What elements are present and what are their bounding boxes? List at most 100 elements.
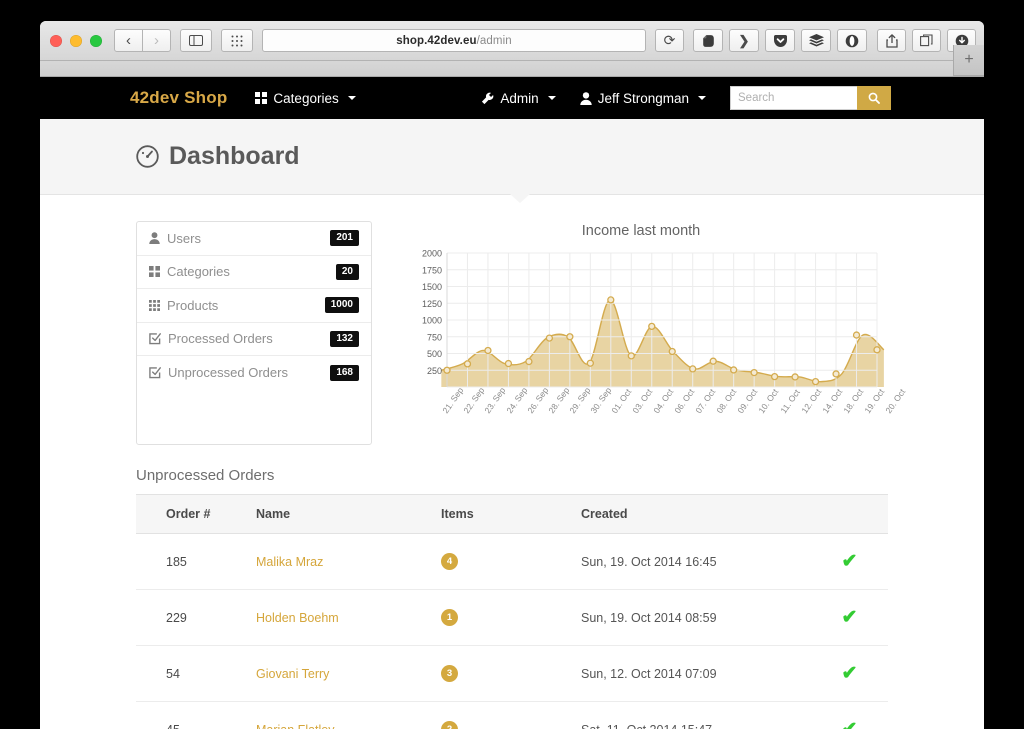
- sidebar-item-processed-orders[interactable]: Processed Orders 132: [137, 323, 371, 357]
- order-customer-link[interactable]: Marian Flatley: [256, 723, 335, 729]
- chart-point[interactable]: [669, 348, 675, 354]
- chart-point[interactable]: [731, 367, 737, 373]
- mark-processed-button[interactable]: ✔: [842, 719, 858, 729]
- status-badge: 1000: [325, 297, 359, 313]
- orders-table-head: Order # Name Items Created: [136, 495, 888, 534]
- orders-table-body: 185Malika Mraz4Sun, 19. Oct 2014 16:45✔ 2…: [136, 534, 888, 729]
- mark-processed-button[interactable]: ✔: [842, 663, 858, 684]
- chart-point[interactable]: [710, 358, 716, 364]
- items-badge: 2: [441, 721, 458, 729]
- layers-glyph: [809, 34, 824, 47]
- chart-point[interactable]: [587, 360, 593, 366]
- chart-x-axis-labels: 21. Sep22. Sep23. Sep24. Sep26. Sep28. S…: [394, 405, 888, 445]
- table-row[interactable]: 185Malika Mraz4Sun, 19. Oct 2014 16:45✔: [136, 534, 888, 590]
- share-icon[interactable]: [877, 29, 906, 52]
- cell-order: 45: [136, 702, 256, 729]
- chart-point[interactable]: [751, 370, 757, 376]
- tabs-icon[interactable]: [912, 29, 941, 52]
- chart-point[interactable]: [464, 361, 470, 367]
- search-button[interactable]: [857, 86, 891, 110]
- stat-label-wrap: Processed Orders: [149, 331, 273, 346]
- brand-logo[interactable]: 42dev Shop: [130, 88, 227, 108]
- cell-items: 1: [441, 590, 581, 646]
- tabs-glyph: [920, 34, 933, 47]
- column-header-name[interactable]: Name: [256, 495, 441, 534]
- maximize-window-button[interactable]: [90, 35, 102, 47]
- column-header-created[interactable]: Created: [581, 495, 811, 534]
- navigation-buttons: ‹ ›: [114, 29, 171, 52]
- chart-point[interactable]: [833, 371, 839, 377]
- table-row[interactable]: 45Marian Flatley 2 Sat, 11. Oct 2014 15:47…: [136, 702, 888, 729]
- table-row[interactable]: 54Giovani Terry3Sun, 12. Oct 2014 07:09✔: [136, 646, 888, 702]
- sidebar-item-products[interactable]: Products 1000: [137, 289, 371, 323]
- sidebar-item-unprocessed-orders[interactable]: Unprocessed Orders 168: [137, 356, 371, 390]
- cell-name: Marian Flatley: [256, 702, 441, 729]
- svg-text:250: 250: [427, 366, 442, 376]
- window-controls: [50, 35, 102, 47]
- layers-icon[interactable]: [801, 29, 831, 52]
- check-square-icon: [149, 333, 161, 345]
- minimize-window-button[interactable]: [70, 35, 82, 47]
- chart-point[interactable]: [526, 359, 532, 365]
- chart-point[interactable]: [690, 366, 696, 372]
- cell-created: Sat, 11. Oct 2014 15:47: [581, 702, 811, 729]
- nav-item-categories-label: Categories: [273, 91, 338, 106]
- pocket-icon[interactable]: [765, 29, 795, 52]
- dashboard-icon: [136, 145, 159, 168]
- stat-label: Products: [167, 298, 218, 313]
- chart-point[interactable]: [628, 353, 634, 359]
- back-button[interactable]: ‹: [114, 29, 143, 52]
- chart-point[interactable]: [792, 374, 798, 380]
- new-tab-button[interactable]: +: [953, 45, 984, 76]
- close-window-button[interactable]: [50, 35, 62, 47]
- chart-point[interactable]: [608, 297, 614, 303]
- order-customer-link[interactable]: Giovani Terry: [256, 667, 329, 681]
- nav-item-categories[interactable]: Categories: [255, 91, 355, 106]
- search-input[interactable]: [730, 86, 857, 110]
- nav-item-user[interactable]: Jeff Strongman: [580, 91, 706, 106]
- status-badge: 132: [330, 331, 359, 347]
- sidebar-icon[interactable]: [180, 29, 212, 52]
- chart-point[interactable]: [874, 347, 880, 353]
- nav-item-admin[interactable]: Admin: [481, 91, 555, 106]
- order-customer-link[interactable]: Malika Mraz: [256, 555, 323, 569]
- chart-point[interactable]: [772, 374, 778, 380]
- chart-point[interactable]: [567, 334, 573, 340]
- items-badge: 1: [441, 609, 458, 626]
- stat-label: Categories: [167, 264, 230, 279]
- chart-point[interactable]: [444, 367, 450, 373]
- sidebar-item-categories[interactable]: Categories 20: [137, 256, 371, 290]
- evernote-icon[interactable]: [693, 29, 723, 52]
- chart-point[interactable]: [854, 332, 860, 338]
- stat-label-wrap: Users: [149, 231, 201, 246]
- top-sites-icon[interactable]: [221, 29, 253, 52]
- table-header-row: Order # Name Items Created: [136, 495, 888, 534]
- chart-point[interactable]: [546, 335, 552, 341]
- address-bar[interactable]: shop.42dev.eu/admin: [262, 29, 646, 52]
- chart-point[interactable]: [505, 361, 511, 367]
- order-customer-link[interactable]: Holden Boehm: [256, 611, 339, 625]
- table-row[interactable]: 229Holden Boehm1Sun, 19. Oct 2014 08:59✔: [136, 590, 888, 646]
- cell-created: Sun, 19. Oct 2014 08:59: [581, 590, 811, 646]
- mark-processed-button[interactable]: ✔: [842, 607, 858, 628]
- status-badge: 168: [330, 365, 359, 381]
- wrench-icon: [481, 92, 494, 105]
- site-navbar: 42dev Shop Categories Admin: [40, 77, 984, 119]
- column-header-action: [811, 495, 888, 534]
- mark-processed-button[interactable]: ✔: [842, 551, 858, 572]
- reload-button[interactable]: ⟳: [655, 29, 684, 52]
- svg-text:1500: 1500: [422, 282, 442, 292]
- column-header-items[interactable]: Items: [441, 495, 581, 534]
- column-header-order[interactable]: Order #: [136, 495, 256, 534]
- forward-button[interactable]: ›: [142, 29, 171, 52]
- chart-point[interactable]: [485, 347, 491, 353]
- user-icon: [580, 92, 592, 105]
- chart-point[interactable]: [649, 323, 655, 329]
- url-text: shop.42dev.eu/admin: [396, 35, 511, 47]
- cell-order: 54: [136, 646, 256, 702]
- chart-point[interactable]: [813, 379, 819, 385]
- cell-action: ✔: [811, 534, 888, 590]
- sidebar-item-users[interactable]: Users 201: [137, 222, 371, 256]
- chevron-right-icon[interactable]: ❯: [729, 29, 759, 52]
- opera-icon[interactable]: [837, 29, 867, 52]
